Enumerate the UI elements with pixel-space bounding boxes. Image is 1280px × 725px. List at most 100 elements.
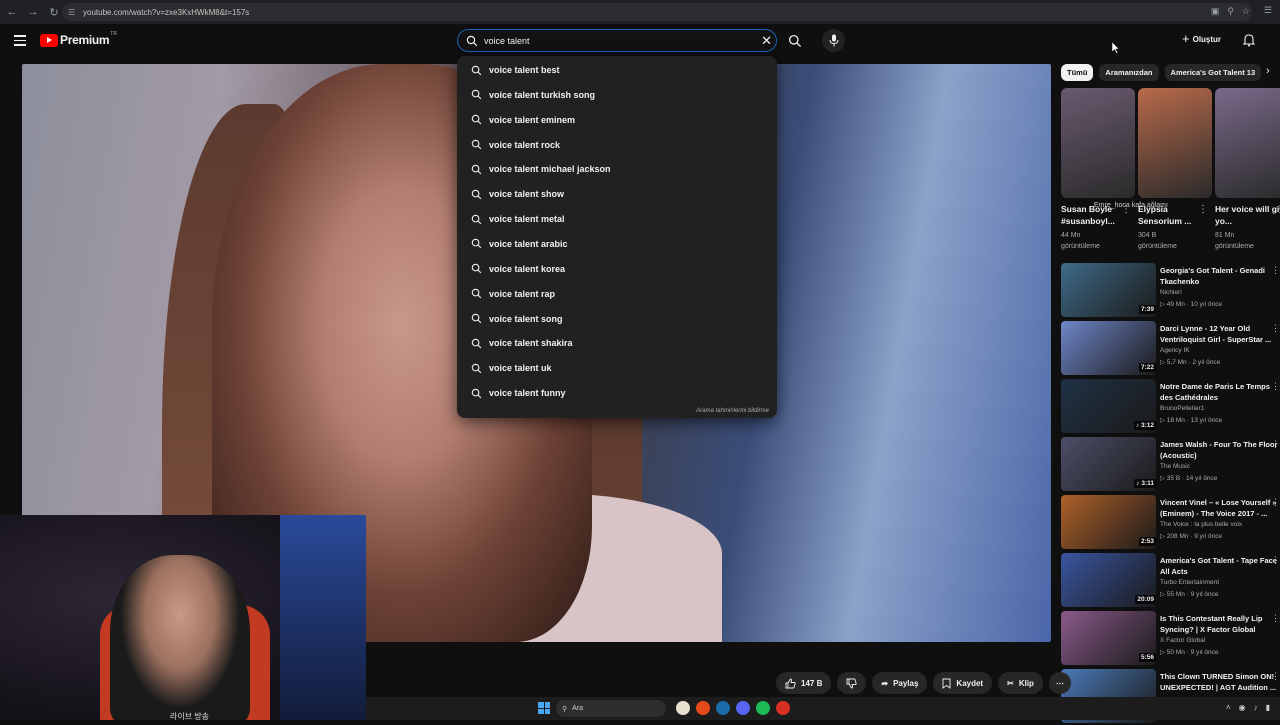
video-title[interactable]: America's Got Talent - Tape Face All Act…: [1160, 555, 1278, 577]
video-title[interactable]: Darci Lynne - 12 Year Old Ventriloquist …: [1160, 323, 1278, 345]
more-dots-icon[interactable]: ⋮: [1271, 497, 1280, 508]
extension-icon[interactable]: ☰: [1264, 5, 1272, 16]
search-suggestion[interactable]: voice talent rock: [457, 133, 777, 157]
taskbar-app-icon[interactable]: [676, 701, 690, 715]
short-card[interactable]: Her voice will give yo... 81 Mn görüntülem…: [1215, 88, 1280, 252]
youtube-logo[interactable]: Premium TR: [40, 31, 117, 47]
network-icon[interactable]: ◉: [1239, 703, 1246, 712]
more-dots-icon[interactable]: ⋮: [1271, 555, 1280, 566]
save-button[interactable]: Kaydet: [933, 672, 993, 694]
report-predictions-link[interactable]: Arama tahminlerini bildirme: [696, 408, 769, 414]
clip-button[interactable]: ✂ Klip: [998, 672, 1043, 694]
short-view-count: 81 Mn: [1215, 232, 1235, 239]
video-list-item[interactable]: 20:09 America's Got Talent - Tape Face Al…: [1061, 553, 1280, 609]
search-suggestion[interactable]: voice talent michael jackson: [457, 157, 777, 181]
search-suggestion[interactable]: voice talent best: [457, 58, 777, 82]
search-button[interactable]: [782, 29, 808, 52]
search-box[interactable]: ✕: [457, 29, 777, 52]
video-channel[interactable]: X Factor Global: [1160, 637, 1205, 644]
video-title[interactable]: Is This Contestant Really Lip Syncing? |…: [1160, 613, 1278, 635]
volume-icon[interactable]: ♪: [1254, 703, 1258, 712]
filter-chip[interactable]: America's Got Talent 13: [1164, 64, 1262, 81]
more-dots-icon[interactable]: ⋮: [1275, 204, 1280, 215]
video-list-item[interactable]: ♪ 3:12 Notre Dame de Paris Le Temps des C…: [1061, 379, 1280, 435]
video-title[interactable]: Notre Dame de Paris Le Temps des Cathédr…: [1160, 381, 1278, 403]
video-channel[interactable]: Nichleri: [1160, 289, 1182, 296]
more-dots-icon[interactable]: ⋮: [1271, 323, 1280, 334]
video-channel[interactable]: BrunoPelletier1: [1160, 405, 1204, 412]
video-title[interactable]: This Clown TURNED Simon ON! UNEXPECTED! …: [1160, 671, 1278, 693]
hamburger-menu-icon[interactable]: [14, 35, 26, 46]
filter-chip[interactable]: Tümü: [1061, 64, 1094, 81]
video-channel[interactable]: The Music: [1160, 463, 1190, 470]
more-dots-icon[interactable]: ⋮: [1271, 613, 1280, 624]
browser-app-icon[interactable]: [776, 701, 790, 715]
voice-search-button[interactable]: [822, 29, 845, 52]
video-channel[interactable]: The Voice : la plus belle voix: [1160, 521, 1242, 528]
more-actions-button[interactable]: ⋯: [1048, 672, 1071, 694]
video-title[interactable]: James Walsh - Four To The Floor (Acousti…: [1160, 439, 1278, 461]
steam-icon[interactable]: [716, 701, 730, 715]
zoom-icon[interactable]: ⚲: [1227, 6, 1234, 17]
windows-start-icon[interactable]: [538, 702, 550, 714]
video-channel[interactable]: Agency IK: [1160, 347, 1190, 354]
short-card[interactable]: Elypsia Sensorium ... 304 Bgörüntüleme ⋮: [1138, 88, 1212, 252]
address-bar[interactable]: ☰ youtube.com/watch?v=zxe3KxHWkM8&t=157s: [62, 3, 1252, 21]
video-title[interactable]: Vincent Vinel – « Lose Yourself » (Emine…: [1160, 497, 1278, 519]
clear-search-icon[interactable]: ✕: [761, 33, 772, 48]
short-thumbnail[interactable]: [1061, 88, 1135, 198]
bookmark-star-icon[interactable]: ☆: [1242, 6, 1250, 17]
webcam-person: [110, 555, 250, 720]
forward-icon[interactable]: →: [24, 3, 42, 21]
search-input[interactable]: [482, 34, 742, 47]
cast-icon[interactable]: ▣: [1211, 6, 1220, 17]
short-thumbnail[interactable]: [1215, 88, 1280, 198]
search-suggestion[interactable]: voice talent show: [457, 182, 777, 206]
discord-icon[interactable]: [736, 701, 750, 715]
search-suggestion[interactable]: voice talent song: [457, 307, 777, 331]
search-suggestion[interactable]: voice talent uk: [457, 356, 777, 380]
back-icon[interactable]: ←: [3, 3, 21, 21]
video-list-item[interactable]: ♪ 3:11 James Walsh - Four To The Floor (A…: [1061, 437, 1280, 493]
search-suggestion[interactable]: voice talent rap: [457, 282, 777, 306]
search-suggestion[interactable]: voice talent turkish song: [457, 83, 777, 107]
create-button[interactable]: + Oluştur: [1182, 32, 1221, 45]
like-count: 147 B: [801, 678, 823, 688]
more-dots-icon[interactable]: ⋮: [1271, 439, 1280, 450]
like-button[interactable]: 147 B: [776, 672, 832, 694]
more-dots-icon[interactable]: ⋮: [1198, 204, 1208, 215]
search-suggestion[interactable]: voice talent metal: [457, 207, 777, 231]
video-list-item[interactable]: 7:39 Georgia's Got Talent - Genadi Tkache…: [1061, 263, 1280, 319]
search-suggestion[interactable]: voice talent korea: [457, 257, 777, 281]
filter-chip[interactable]: Aramanızdan: [1099, 64, 1159, 81]
chevron-right-icon[interactable]: ›: [1266, 65, 1270, 77]
short-card[interactable]: Susan Boyle #susanboyl... 44 Mn görüntülem…: [1061, 88, 1135, 252]
video-duration: 20:09: [1135, 595, 1156, 604]
search-suggestion[interactable]: voice talent shakira: [457, 331, 777, 355]
video-list-item[interactable]: 5:56 Is This Contestant Really Lip Syncin…: [1061, 611, 1280, 667]
battery-icon[interactable]: ▮: [1266, 703, 1270, 712]
dislike-button[interactable]: [837, 672, 867, 694]
search-suggestion[interactable]: voice talent funny: [457, 381, 777, 405]
site-info-icon[interactable]: ☰: [68, 8, 78, 17]
more-dots-icon[interactable]: ⋮: [1271, 671, 1280, 682]
more-dots-icon[interactable]: ⋮: [1271, 381, 1280, 392]
search-suggestion[interactable]: voice talent arabic: [457, 232, 777, 256]
search-suggestions-dropdown: Arama tahminlerini bildirme voice talent…: [457, 56, 777, 418]
search-suggestion[interactable]: voice talent eminem: [457, 108, 777, 132]
notifications-bell-icon[interactable]: [1242, 33, 1256, 47]
short-thumbnail[interactable]: [1138, 88, 1212, 198]
taskbar-search[interactable]: ⚲ Ara: [556, 700, 666, 717]
video-title[interactable]: Georgia's Got Talent - Genadi Tkachenko: [1160, 265, 1278, 287]
share-button[interactable]: ➦ Paylaş: [872, 672, 928, 694]
video-list-item[interactable]: 2:53 Vincent Vinel – « Lose Yourself » (E…: [1061, 495, 1280, 551]
chrome-icon[interactable]: [696, 701, 710, 715]
more-dots-icon[interactable]: ⋮: [1271, 265, 1280, 276]
video-channel[interactable]: Turbo Entertainment: [1160, 579, 1219, 586]
chevron-up-icon[interactable]: ˄: [1226, 703, 1231, 712]
video-list-item[interactable]: 7:22 Darci Lynne - 12 Year Old Ventriloqu…: [1061, 321, 1280, 377]
taskbar-search-label: Ara: [572, 705, 584, 712]
reload-icon[interactable]: ↻: [45, 3, 63, 21]
spotify-icon[interactable]: [756, 701, 770, 715]
search-icon: [471, 288, 482, 299]
